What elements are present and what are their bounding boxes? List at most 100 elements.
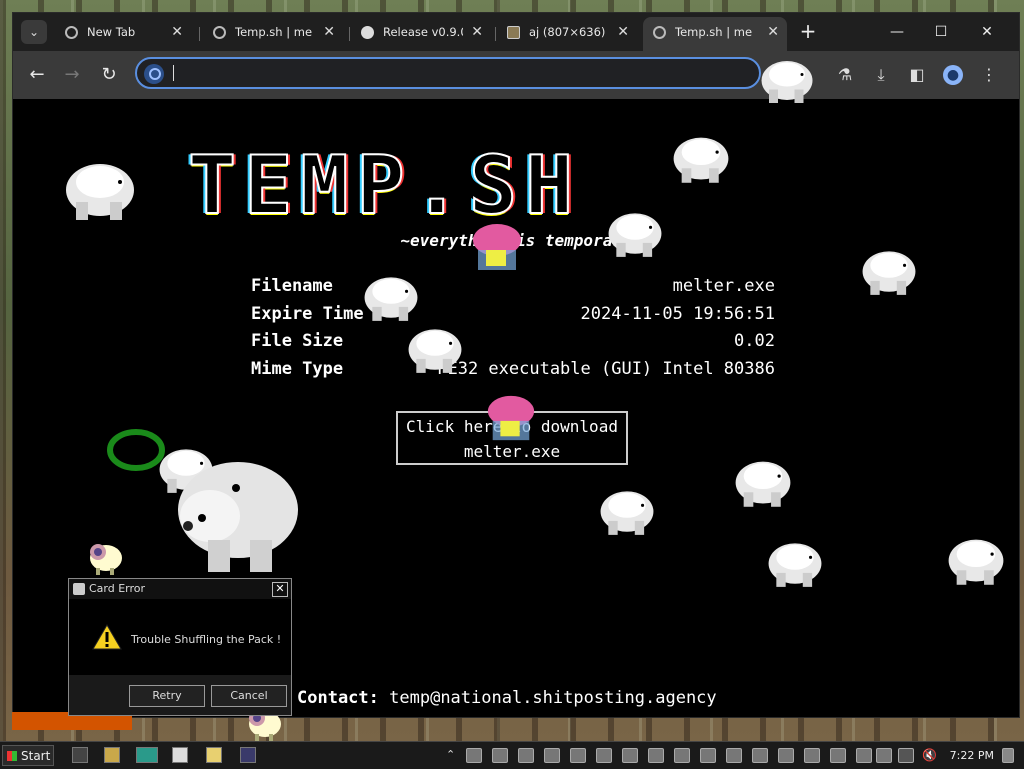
polar-bear-sprite bbox=[735, 461, 791, 507]
tray-app-icon[interactable] bbox=[622, 748, 638, 763]
polar-bear-sprite bbox=[66, 164, 134, 220]
info-key: Expire Time bbox=[251, 303, 364, 324]
show-desktop-button[interactable] bbox=[1002, 748, 1014, 763]
polar-bear-sprite bbox=[408, 329, 462, 373]
tray-app-icon[interactable] bbox=[648, 748, 664, 763]
info-key: File Size bbox=[251, 331, 344, 351]
tray-app-icon[interactable] bbox=[752, 748, 768, 763]
warning-icon bbox=[92, 624, 122, 650]
tray-app-icon[interactable] bbox=[804, 748, 820, 763]
tab-temp-sh-1[interactable]: Temp.sh | melter ✕ bbox=[203, 17, 343, 51]
info-value: melter.exe bbox=[672, 276, 775, 296]
globe-icon bbox=[653, 26, 666, 39]
tray-app-icon[interactable] bbox=[830, 748, 846, 763]
tray-app-icon[interactable] bbox=[856, 748, 872, 763]
start-button[interactable]: Start bbox=[2, 745, 54, 766]
contact-email[interactable]: temp@national.shitposting.agency bbox=[389, 688, 717, 708]
tray-app-icon[interactable] bbox=[726, 748, 742, 763]
cancel-button[interactable]: Cancel bbox=[211, 685, 287, 707]
menu-kebab-icon[interactable]: ⋮ bbox=[977, 63, 1001, 87]
close-icon[interactable]: ✕ bbox=[617, 17, 629, 47]
polar-bear-sprite bbox=[862, 251, 916, 295]
globe-icon bbox=[213, 26, 226, 39]
tab-search-button[interactable]: ⌄ bbox=[21, 20, 47, 44]
taskbar: Start ⌃ 🔇 7:22 PM bbox=[0, 741, 1024, 769]
tray-app-icon[interactable] bbox=[570, 748, 586, 763]
app-icon[interactable] bbox=[240, 747, 256, 763]
tray-app-icon[interactable] bbox=[876, 748, 892, 763]
sheep-sprite bbox=[90, 544, 122, 575]
tray-app-icon[interactable] bbox=[778, 748, 794, 763]
tab-title: aj (807×636) bbox=[529, 25, 606, 39]
dialog-titlebar: Card Error ✕ bbox=[69, 579, 291, 599]
polar-bear-sprite bbox=[608, 213, 662, 257]
polar-bear-sprite bbox=[768, 543, 822, 587]
tab-separator bbox=[495, 27, 496, 41]
profile-avatar-icon[interactable]: ● bbox=[943, 65, 963, 85]
back-button[interactable]: ← bbox=[25, 63, 49, 87]
github-icon bbox=[361, 26, 374, 39]
info-value: 0.02 bbox=[734, 331, 775, 351]
folder-icon[interactable] bbox=[104, 747, 120, 763]
tray-app-icon[interactable] bbox=[674, 748, 690, 763]
quicklaunch-icon[interactable] bbox=[72, 747, 88, 763]
reload-button[interactable]: ↻ bbox=[97, 63, 121, 87]
minimize-button[interactable]: — bbox=[875, 17, 919, 47]
tray-app-icon[interactable] bbox=[544, 748, 560, 763]
media-icon[interactable] bbox=[136, 747, 158, 763]
volume-muted-icon[interactable]: 🔇 bbox=[922, 748, 938, 763]
info-value: 2024-11-05 19:56:51 bbox=[580, 303, 775, 324]
close-icon[interactable]: ✕ bbox=[171, 17, 183, 47]
polar-bear-sprite bbox=[600, 491, 654, 535]
tab-release[interactable]: Release v0.9.0 ✕ bbox=[351, 17, 491, 51]
tab-new-tab[interactable]: New Tab ✕ bbox=[55, 17, 191, 51]
close-icon[interactable]: ✕ bbox=[272, 582, 288, 597]
search-icon bbox=[144, 64, 164, 84]
system-clock[interactable]: 7:22 PM bbox=[950, 749, 994, 762]
retry-button[interactable]: Retry bbox=[129, 685, 205, 707]
polar-bear-sprite bbox=[948, 539, 1004, 585]
contact-line: Contact: temp@national.shitposting.agenc… bbox=[297, 688, 717, 708]
notes-icon[interactable] bbox=[206, 747, 222, 763]
browser-toolbar: ← → ↻ ▮ ⚗ ⤓ ◧ ● ⋮ bbox=[13, 51, 1019, 99]
contact-label: Contact: bbox=[297, 688, 379, 708]
tab-temp-sh-active[interactable]: Temp.sh | melter ✕ bbox=[643, 17, 787, 51]
green-ghost-sprite bbox=[107, 429, 165, 471]
tab-separator bbox=[349, 27, 350, 41]
dialog-title: Card Error bbox=[89, 582, 146, 595]
close-window-button[interactable]: ✕ bbox=[965, 17, 1009, 47]
maximize-button[interactable]: ☐ bbox=[919, 17, 963, 47]
close-icon[interactable]: ✕ bbox=[471, 17, 483, 47]
tray-app-icon[interactable] bbox=[596, 748, 612, 763]
network-icon[interactable] bbox=[898, 748, 914, 763]
close-icon[interactable]: ✕ bbox=[767, 17, 779, 47]
polar-bear-sprite bbox=[364, 277, 418, 321]
close-icon[interactable]: ✕ bbox=[323, 17, 335, 47]
info-value: PE32 executable (GUI) Intel 80386 bbox=[437, 358, 775, 379]
info-row-size: File Size 0.02 bbox=[251, 331, 775, 359]
new-tab-button[interactable]: + bbox=[796, 20, 820, 44]
info-key: Mime Type bbox=[251, 358, 344, 379]
tray-app-icon[interactable] bbox=[466, 748, 482, 763]
tray-app-icon[interactable] bbox=[700, 748, 716, 763]
dialog-button-row: Retry Cancel bbox=[69, 675, 291, 715]
info-row-expire: Expire Time 2024-11-05 19:56:51 bbox=[251, 304, 775, 332]
tray-expand-icon[interactable]: ⌃ bbox=[446, 748, 462, 763]
tray-app-icon[interactable] bbox=[492, 748, 508, 763]
polar-bear-sprite bbox=[673, 137, 729, 183]
polar-bear-sprite bbox=[761, 61, 813, 103]
globe-icon bbox=[65, 26, 78, 39]
tab-title: Release v0.9.0 bbox=[383, 25, 463, 39]
tab-image[interactable]: aj (807×636) ✕ bbox=[497, 17, 637, 51]
tray-app-icon[interactable] bbox=[518, 748, 534, 763]
side-panel-icon[interactable]: ◧ bbox=[905, 63, 929, 87]
info-row-filename: Filename melter.exe bbox=[251, 276, 775, 304]
notepad-icon[interactable] bbox=[172, 747, 188, 763]
tab-strip: ⌄ New Tab ✕ Temp.sh | melter ✕ Release v… bbox=[13, 13, 1019, 51]
address-bar[interactable] bbox=[135, 57, 761, 89]
forward-button[interactable]: → bbox=[60, 63, 84, 87]
large-polar-bear-sprite bbox=[178, 462, 298, 572]
address-input[interactable] bbox=[171, 63, 735, 85]
labs-flask-icon[interactable]: ⚗ bbox=[833, 63, 857, 87]
download-icon[interactable]: ⤓ bbox=[869, 63, 893, 87]
